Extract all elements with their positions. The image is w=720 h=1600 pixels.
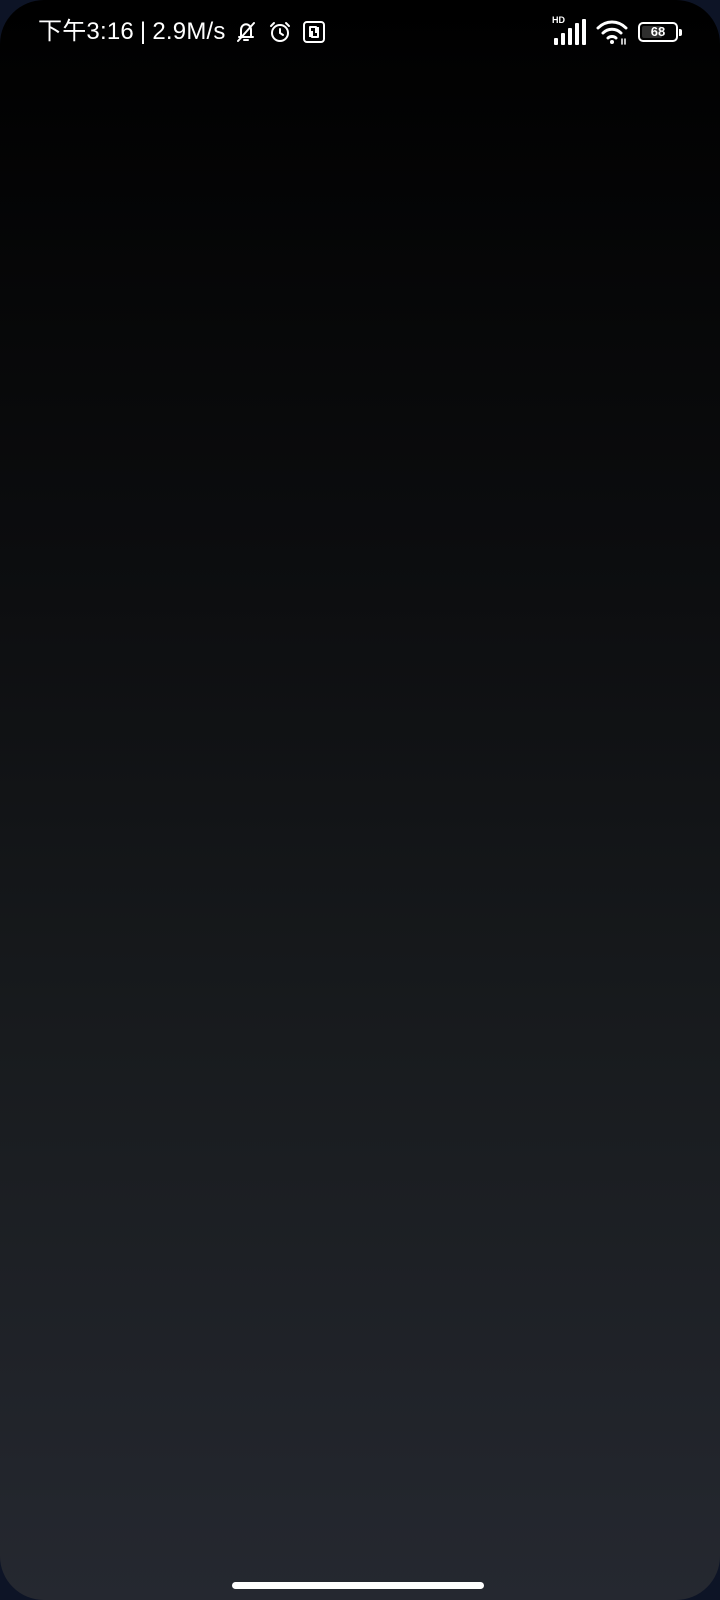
network-speed: 2.9M/s bbox=[152, 18, 226, 45]
status-time: 下午3:16 bbox=[38, 18, 134, 45]
battery-level: 68 bbox=[650, 24, 666, 39]
status-bar-right: HD 68 bbox=[552, 14, 682, 50]
bell-muted-icon bbox=[232, 18, 260, 46]
nfc-icon bbox=[300, 18, 328, 46]
alarm-clock-icon bbox=[266, 18, 294, 46]
status-separator: | bbox=[139, 18, 147, 45]
battery-tip bbox=[679, 29, 682, 36]
cellular-signal-icon: HD bbox=[552, 15, 586, 47]
battery-icon: 68 bbox=[638, 22, 682, 42]
wifi-icon bbox=[596, 18, 628, 46]
status-bar: 下午3:16 | 2.9M/s HD 68 bbox=[0, 0, 720, 64]
home-indicator[interactable] bbox=[232, 1582, 484, 1589]
status-bar-left: 下午3:16 | 2.9M/s bbox=[38, 14, 328, 50]
phone-screen: 下午3:16 | 2.9M/s HD 68 bbox=[0, 0, 720, 1600]
